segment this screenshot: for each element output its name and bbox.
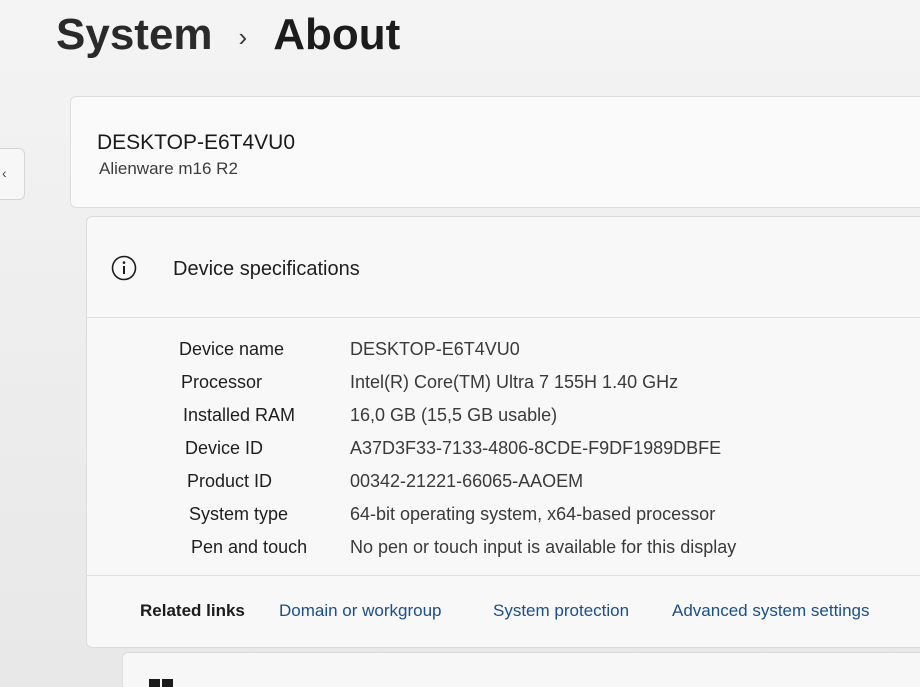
advanced-system-settings-link[interactable]: Advanced system settings [672,601,869,621]
chevron-left-icon: ‹ [2,165,7,181]
spec-row-device-id: Device ID A37D3F33-7133-4806-8CDE-F9DF19… [87,434,920,467]
spec-value: Intel(R) Core(TM) Ultra 7 155H 1.40 GHz [350,372,679,392]
spec-label: Processor [181,372,263,392]
windows-specifications-card[interactable] [122,652,920,687]
spec-value: 00342-21221-66065-AAOEM [350,471,584,491]
spec-label: Device ID [185,438,264,458]
page-title: About [273,10,401,59]
spec-list: Device name DESKTOP-E6T4VU0 Processor In… [87,335,920,566]
spec-value: No pen or touch input is available for t… [350,537,737,557]
device-specifications-title: Device specifications [173,258,360,280]
spec-label: Product ID [187,471,273,491]
spec-value: DESKTOP-E6T4VU0 [350,339,520,359]
spec-value: A37D3F33-7133-4806-8CDE-F9DF1989DBFE [350,438,722,458]
spec-row-system-type: System type 64-bit operating system, x64… [87,500,920,533]
related-links: Related links Domain or workgroup System… [87,575,920,648]
spec-label: System type [189,504,289,524]
device-name-heading: DESKTOP-E6T4VU0 [97,131,296,154]
related-links-label: Related links [140,601,245,620]
spec-row-device-name: Device name DESKTOP-E6T4VU0 [87,335,920,368]
spec-row-pen-and-touch: Pen and touch No pen or touch input is a… [87,533,920,566]
breadcrumb-system[interactable]: System [56,10,213,60]
spec-label: Installed RAM [183,405,296,425]
spec-label: Device name [179,339,285,359]
domain-or-workgroup-link[interactable]: Domain or workgroup [279,601,442,621]
windows-logo-icon [149,679,173,687]
spec-value: 16,0 GB (15,5 GB usable) [350,405,558,425]
system-protection-link[interactable]: System protection [493,601,629,621]
spec-row-installed-ram: Installed RAM 16,0 GB (15,5 GB usable) [87,401,920,434]
spec-value: 64-bit operating system, x64-based proce… [350,504,716,524]
breadcrumb-separator-icon: › [238,21,248,52]
spec-label: Pen and touch [191,537,308,557]
device-specifications-card: Device specifications Device name DESKTO… [86,216,920,648]
settings-page: System › About ‹ DESKTOP-E6T4VU0 Alienwa… [0,0,920,687]
spec-row-product-id: Product ID 00342-21221-66065-AAOEM [87,467,920,500]
spec-row-processor: Processor Intel(R) Core(TM) Ultra 7 155H… [87,368,920,401]
device-card: DESKTOP-E6T4VU0 Alienware m16 R2 [70,96,920,208]
nav-pane-edge[interactable]: ‹ [0,148,25,200]
info-icon [111,255,137,281]
device-model: Alienware m16 R2 [99,159,238,178]
breadcrumb: System › About [56,10,400,60]
device-specifications-header[interactable]: Device specifications [87,217,920,318]
